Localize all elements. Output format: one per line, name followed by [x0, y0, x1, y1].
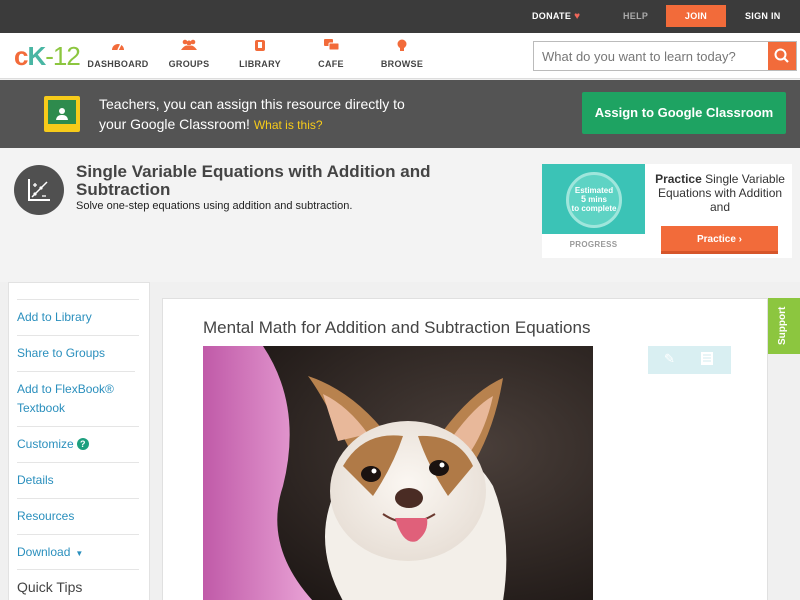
nav-label: DASHBOARD	[87, 59, 149, 69]
nav-dashboard[interactable]: DASHBOARD	[78, 39, 158, 69]
quick-tips-heading: Quick Tips	[17, 569, 139, 597]
sidebar-item-resources[interactable]: Resources	[17, 498, 139, 526]
groups-icon	[149, 39, 229, 55]
search-input[interactable]	[534, 42, 768, 70]
sidebar: Add to Library Share to Groups Add to Fl…	[8, 282, 150, 600]
page-title: Single Variable Equations with Addition …	[76, 162, 431, 199]
ck12-logo[interactable]: cK-12	[14, 41, 81, 72]
practice-button[interactable]: Practice ›	[661, 226, 778, 254]
what-is-this-link[interactable]: What is this?	[254, 118, 323, 132]
heart-icon: ♥	[574, 11, 581, 22]
nav-library[interactable]: LIBRARY	[220, 39, 300, 69]
nav-label: CAFE	[318, 59, 344, 69]
assign-to-google-classroom-button[interactable]: Assign to Google Classroom	[582, 92, 786, 134]
chevron-right-icon: ›	[738, 234, 743, 245]
estimated-time-badge: Estimated 5 mins to complete	[566, 172, 622, 228]
help-link[interactable]: HELP	[623, 0, 648, 33]
progress-label: PROGRESS	[569, 240, 618, 249]
dashboard-icon	[78, 39, 158, 55]
practice-card: Estimated 5 mins to complete PROGRESS Pr…	[542, 164, 792, 258]
browse-icon	[362, 39, 442, 55]
sidebar-item-add-to-library[interactable]: Add to Library	[17, 299, 139, 327]
nav-groups[interactable]: GROUPS	[149, 39, 229, 69]
banner-text: Teachers, you can assign this resource d…	[99, 96, 405, 132]
graph-icon	[14, 165, 64, 215]
sidebar-item-details[interactable]: Details	[17, 462, 139, 490]
notes-icon[interactable]	[700, 351, 714, 369]
search-icon	[774, 48, 789, 63]
main-content: Mental Math for Addition and Subtraction…	[162, 298, 768, 600]
search-box	[533, 41, 797, 71]
nav-label: BROWSE	[380, 59, 424, 69]
library-icon	[220, 39, 300, 55]
google-classroom-banner: Teachers, you can assign this resource d…	[0, 80, 800, 148]
progress-panel: Estimated 5 mins to complete	[542, 164, 645, 234]
donate-link[interactable]: DONATE ♥	[532, 0, 580, 33]
help-icon[interactable]: ?	[76, 438, 89, 450]
join-button[interactable]: JOIN	[666, 5, 726, 27]
sidebar-item-add-to-flexbook[interactable]: Add to FlexBook® Textbook	[17, 371, 135, 418]
content-title: Mental Math for Addition and Subtraction…	[203, 318, 591, 337]
nav-label: LIBRARY	[239, 59, 281, 69]
nav-browse[interactable]: BROWSE	[362, 39, 442, 69]
main-nav: cK-12 DASHBOARD GROUPS LIBRARY CAFE BROW…	[0, 33, 800, 79]
nav-label: GROUPS	[168, 59, 210, 69]
chihuahua-photo	[203, 346, 593, 600]
sign-in-link[interactable]: SIGN IN	[745, 0, 781, 33]
caret-down-icon: ▼	[75, 549, 84, 558]
page-subtitle: Solve one-step equations using addition …	[76, 200, 353, 212]
donate-label: DONATE	[532, 11, 572, 21]
google-classroom-icon	[44, 96, 80, 132]
sidebar-item-download[interactable]: Download ▼	[17, 534, 139, 563]
sidebar-item-customize[interactable]: Customize?	[17, 426, 139, 454]
concept-header: Single Variable Equations with Addition …	[0, 148, 800, 282]
nav-cafe[interactable]: CAFE	[291, 39, 371, 69]
search-button[interactable]	[768, 42, 796, 70]
support-tab[interactable]: Support	[768, 298, 800, 354]
top-utility-bar: DONATE ♥ HELP JOIN SIGN IN	[0, 0, 800, 33]
practice-description: Practice Single Variable Equations with …	[655, 172, 785, 214]
annotation-toolbar: ✎	[648, 346, 731, 374]
pencil-icon[interactable]: ✎	[664, 351, 675, 367]
cafe-icon	[291, 39, 371, 55]
sidebar-item-share-to-groups[interactable]: Share to Groups	[17, 335, 139, 363]
